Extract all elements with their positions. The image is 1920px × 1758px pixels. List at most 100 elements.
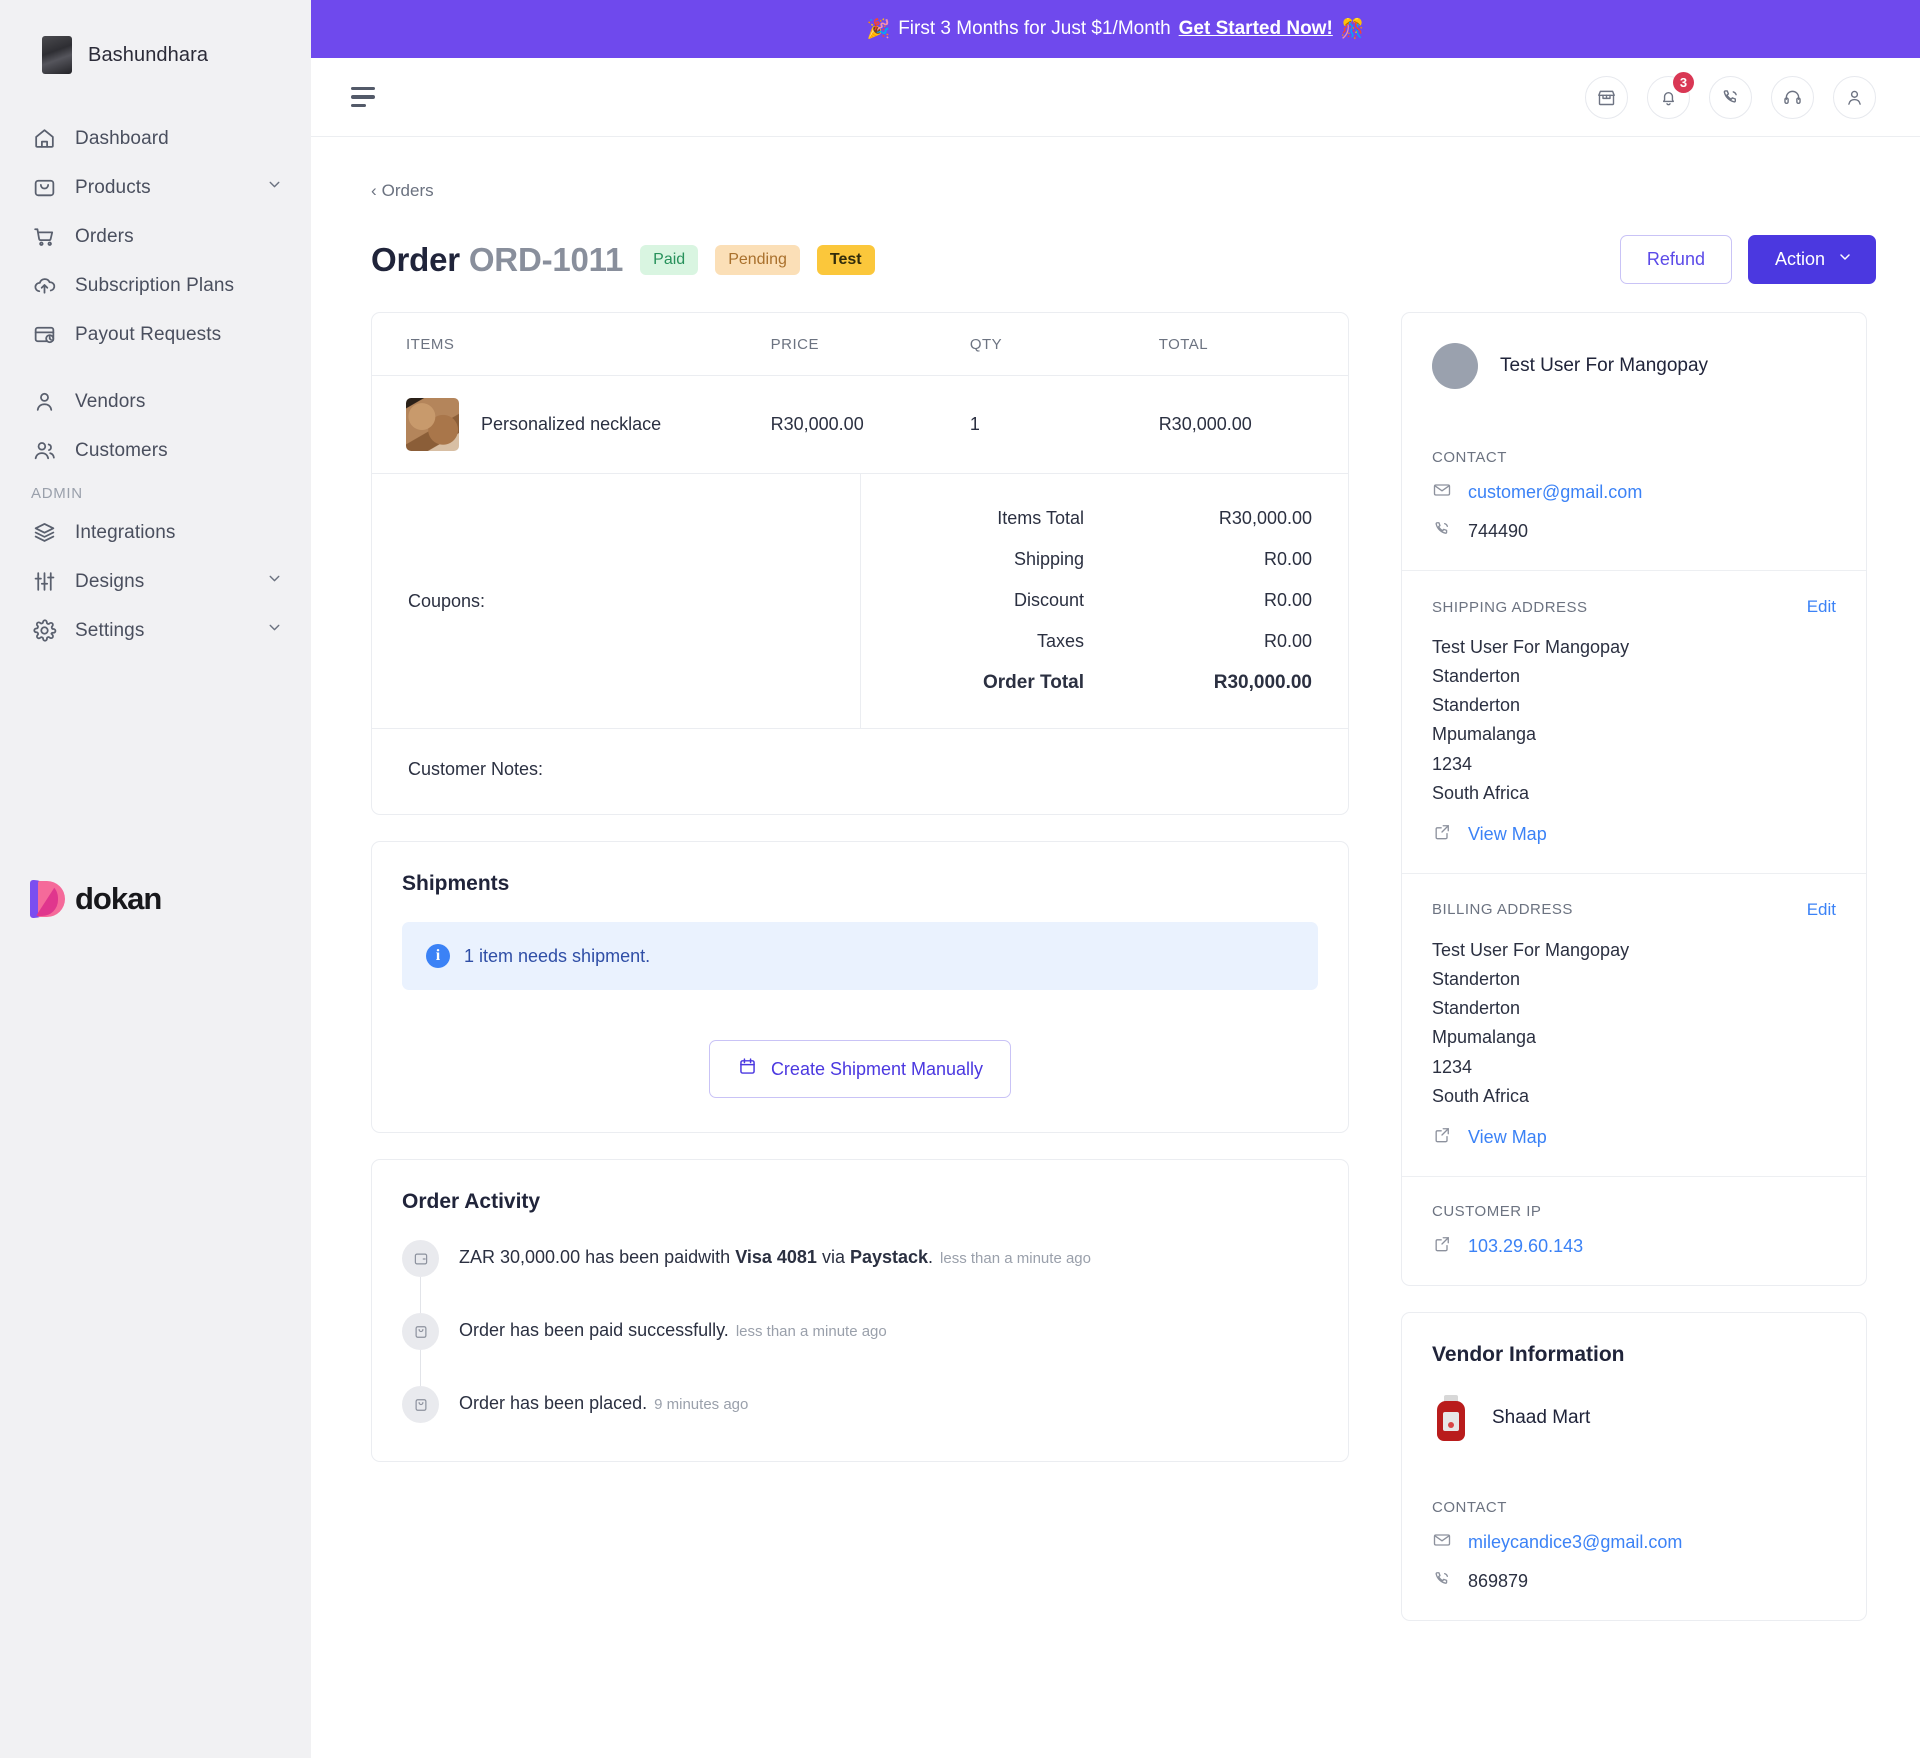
page-title: Order ORD-1011 — [371, 241, 623, 279]
calendar-icon — [737, 1056, 758, 1082]
order-total-value: R30,000.00 — [1213, 672, 1312, 693]
billing-address: Test User For Mangopay Standerton Stande… — [1432, 936, 1836, 1111]
address-line: Test User For Mangopay — [1432, 939, 1630, 960]
notification-badge: 3 — [1673, 71, 1694, 93]
sidebar-item-label: Designs — [75, 570, 145, 592]
sidebar-item-vendors[interactable]: Vendors — [0, 377, 311, 426]
customer-notes: Customer Notes: — [372, 728, 1348, 814]
sidebar-item-label: Customers — [75, 439, 168, 461]
store-icon[interactable] — [1585, 75, 1628, 119]
avatar — [1432, 343, 1478, 389]
phone-icon — [1432, 519, 1452, 544]
bag-icon — [402, 1386, 439, 1423]
customer-ip-value[interactable]: 103.29.60.143 — [1468, 1236, 1583, 1257]
activity-time: 9 minutes ago — [654, 1396, 749, 1413]
sidebar-item-products[interactable]: Products — [0, 163, 311, 212]
activity-pre: Order has been paid successfully. — [459, 1320, 729, 1340]
sidebar-item-integrations[interactable]: Integrations — [0, 508, 311, 557]
vendor-email[interactable]: mileycandice3@gmail.com — [1468, 1532, 1682, 1553]
home-icon — [31, 126, 57, 152]
hamburger-menu-icon[interactable] — [351, 86, 377, 108]
chevron-down-icon[interactable] — [266, 176, 283, 199]
edit-billing-address-link[interactable]: Edit — [1807, 900, 1836, 920]
sidebar-item-label: Products — [75, 176, 151, 198]
sidebar-item-label: Dashboard — [75, 127, 169, 149]
customer-phone: 744490 — [1468, 521, 1529, 541]
phone-icon — [1432, 1569, 1452, 1594]
sidebar-item-customers[interactable]: Customers — [0, 426, 311, 475]
sidebar-item-label: Vendors — [75, 390, 146, 412]
customer-email-row[interactable]: customer@gmail.com — [1432, 480, 1836, 505]
breadcrumb-label: Orders — [381, 181, 434, 200]
sidebar-item-dashboard[interactable]: Dashboard — [0, 114, 311, 163]
sidebar-item-settings[interactable]: Settings — [0, 606, 311, 655]
vendor-name: Shaad Mart — [1492, 1406, 1591, 1428]
promo-emoji-left-icon: 🎉 — [866, 19, 891, 40]
shipping-view-map-link[interactable]: View Map — [1468, 824, 1547, 845]
shipment-info-text: 1 item needs shipment. — [464, 945, 651, 966]
billing-address-section: BILLING ADDRESS Edit Test User For Mango… — [1402, 872, 1866, 1176]
list-item: Order has been paid successfully. less th… — [402, 1313, 1318, 1386]
activity-pre: ZAR 30,000.00 has been paidwith — [459, 1247, 736, 1267]
chevron-down-icon[interactable] — [266, 619, 283, 642]
activity-post: . — [928, 1247, 934, 1267]
refund-button[interactable]: Refund — [1619, 235, 1732, 284]
phone-icon[interactable] — [1709, 75, 1752, 119]
sidebar-item-payout-requests[interactable]: Payout Requests — [0, 310, 311, 359]
sidebar-item-designs[interactable]: Designs — [0, 557, 311, 606]
main-area: 🎉 First 3 Months for Just $1/Month Get S… — [311, 0, 1920, 1758]
col-header-total: TOTAL — [1158, 336, 1209, 353]
chevron-down-icon[interactable] — [266, 570, 283, 593]
brand-logo-icon — [42, 36, 72, 74]
create-shipment-button[interactable]: Create Shipment Manually — [708, 1040, 1012, 1098]
list-item: ZAR 30,000.00 has been paidwith Visa 408… — [402, 1240, 1318, 1313]
status-badge-pending: Pending — [715, 244, 800, 275]
order-activity-card: Order Activity ZAR 30,000.00 has been pa… — [371, 1159, 1349, 1462]
external-link-icon — [1432, 1125, 1452, 1150]
user-icon[interactable] — [1833, 75, 1876, 119]
customer-ip-section: CUSTOMER IP 103.29.60.143 — [1402, 1175, 1866, 1285]
contact-label: CONTACT — [1432, 449, 1507, 466]
content-columns: ITEMS PRICE QTY TOTAL Personalized neckl… — [371, 312, 1876, 1621]
gear-icon — [31, 618, 57, 644]
customer-name: Test User For Mangopay — [1500, 355, 1709, 376]
sidebar-item-label: Subscription Plans — [75, 274, 235, 296]
vendor-identity: Shaad Mart — [1432, 1394, 1591, 1447]
dokan-wordmark: dokan — [75, 881, 162, 916]
sidebar-item-orders[interactable]: Orders — [0, 212, 311, 261]
vendor-contact-label: CONTACT — [1432, 1498, 1507, 1516]
shipping-address-label: SHIPPING ADDRESS — [1432, 598, 1588, 616]
totals-section: Coupons: Items Total R30,000.00 Shipping… — [372, 473, 1348, 728]
brand[interactable]: Bashundhara — [0, 22, 311, 88]
customer-ip-row[interactable]: 103.29.60.143 — [1432, 1234, 1836, 1259]
order-total-label: Order Total — [983, 672, 1084, 693]
sidebar: Bashundhara Dashboard Products Orders Su… — [0, 0, 311, 1758]
billing-view-map-link[interactable]: View Map — [1468, 1127, 1547, 1148]
total-label: Shipping — [1013, 549, 1084, 569]
table-row: Personalized necklace R30,000.00 1 R30,0… — [372, 376, 1348, 474]
shipping-address: Test User For Mangopay Standerton Stande… — [1432, 633, 1836, 808]
edit-shipping-address-link[interactable]: Edit — [1807, 597, 1836, 617]
bell-icon[interactable]: 3 — [1647, 71, 1694, 119]
breadcrumb[interactable]: ‹ Orders — [371, 181, 434, 201]
sidebar-item-label: Settings — [75, 619, 145, 641]
headset-icon[interactable] — [1771, 75, 1814, 119]
total-line: Shipping R0.00 — [861, 539, 1312, 580]
vendor-phone-row: 869879 — [1432, 1569, 1836, 1594]
billing-address-header: BILLING ADDRESS Edit — [1432, 900, 1836, 920]
shipments-card: Shipments i 1 item needs shipment. Creat… — [371, 841, 1349, 1133]
action-button[interactable]: Action — [1747, 235, 1876, 284]
sidebar-item-subscription-plans[interactable]: Subscription Plans — [0, 261, 311, 310]
vendor-header: Vendor Information Shaad Mart — [1402, 1313, 1866, 1473]
billing-view-map-row[interactable]: View Map — [1432, 1125, 1836, 1150]
payout-icon — [31, 322, 57, 348]
promo-link[interactable]: Get Started Now! — [1179, 18, 1333, 40]
vendor-email-row[interactable]: mileycandice3@gmail.com — [1432, 1530, 1836, 1555]
customer-phone-row: 744490 — [1432, 519, 1836, 544]
customer-email[interactable]: customer@gmail.com — [1468, 482, 1642, 503]
right-column: Test User For Mangopay CONTACT customer@… — [1401, 312, 1867, 1621]
activity-pre: Order has been placed. — [459, 1393, 648, 1413]
total-value: R30,000.00 — [1218, 508, 1312, 528]
shipping-view-map-row[interactable]: View Map — [1432, 822, 1836, 847]
